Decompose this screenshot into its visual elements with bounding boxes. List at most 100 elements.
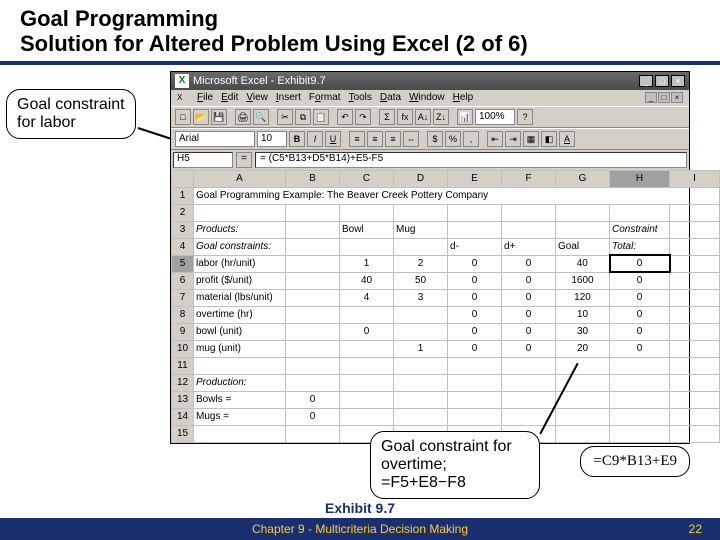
cell-H12[interactable] — [610, 374, 670, 391]
cell-B12[interactable] — [286, 374, 340, 391]
cell-H7[interactable]: 0 — [610, 289, 670, 306]
cell-F10[interactable]: 0 — [502, 340, 556, 357]
bold-icon[interactable]: B — [289, 131, 305, 147]
chart-icon[interactable]: 📊 — [457, 109, 473, 125]
cell-I13[interactable] — [670, 391, 720, 408]
row-2[interactable]: 2 — [172, 204, 720, 221]
cell-E6[interactable]: 0 — [448, 272, 502, 289]
cell-G10[interactable]: 20 — [556, 340, 610, 357]
cell-C10[interactable] — [340, 340, 394, 357]
cell-F13[interactable] — [502, 391, 556, 408]
sort-desc-icon[interactable]: Z↓ — [433, 109, 449, 125]
row-8[interactable]: 8 overtime (hr)00100 — [172, 306, 720, 323]
underline-icon[interactable]: U — [325, 131, 341, 147]
cell-B9[interactable] — [286, 323, 340, 340]
cell-C14[interactable] — [340, 408, 394, 425]
workbook-close-button[interactable]: × — [671, 92, 683, 103]
cell-I14[interactable] — [670, 408, 720, 425]
cell-D10[interactable]: 1 — [394, 340, 448, 357]
cell-H3[interactable]: Constraint — [610, 221, 670, 238]
row-13[interactable]: 13 Bowls =0 — [172, 391, 720, 408]
cell-D12[interactable] — [394, 374, 448, 391]
help-icon[interactable]: ? — [517, 109, 533, 125]
cell-A5[interactable]: labor (hr/unit) — [194, 255, 286, 272]
italic-icon[interactable]: I — [307, 131, 323, 147]
col-E[interactable]: E — [448, 170, 502, 187]
copy-icon[interactable]: ⧉ — [295, 109, 311, 125]
cell-C2[interactable] — [340, 204, 394, 221]
cell-C11[interactable] — [340, 357, 394, 374]
cell-D14[interactable] — [394, 408, 448, 425]
cell-D6[interactable]: 50 — [394, 272, 448, 289]
row-header-4[interactable]: 4 — [172, 238, 194, 255]
cell-G2[interactable] — [556, 204, 610, 221]
fill-color-icon[interactable]: ◧ — [541, 131, 557, 147]
cell-G8[interactable]: 10 — [556, 306, 610, 323]
menu-help[interactable]: Help — [453, 92, 474, 103]
preview-icon[interactable]: 🔍 — [253, 109, 269, 125]
row-6[interactable]: 6 profit ($/unit)40500016000 — [172, 272, 720, 289]
menu-data[interactable]: Data — [380, 92, 401, 103]
zoom-select[interactable]: 100% — [475, 109, 515, 125]
cell-I5[interactable] — [670, 255, 720, 272]
indent-dec-icon[interactable]: ⇤ — [487, 131, 503, 147]
cell-H6[interactable]: 0 — [610, 272, 670, 289]
cell-C9[interactable]: 0 — [340, 323, 394, 340]
cell-C12[interactable] — [340, 374, 394, 391]
cell-A4[interactable]: Goal constraints: — [194, 238, 286, 255]
sort-asc-icon[interactable]: A↓ — [415, 109, 431, 125]
row-1[interactable]: 1Goal Programming Example: The Beaver Cr… — [172, 187, 720, 204]
cell-F12[interactable] — [502, 374, 556, 391]
cell-I2[interactable] — [670, 204, 720, 221]
cell-A14[interactable]: Mugs = — [194, 408, 286, 425]
cell-E13[interactable] — [448, 391, 502, 408]
row-3[interactable]: 3Products:BowlMugConstraint — [172, 221, 720, 238]
borders-icon[interactable]: ▦ — [523, 131, 539, 147]
cell-A7[interactable]: material (lbs/unit) — [194, 289, 286, 306]
cell-H14[interactable] — [610, 408, 670, 425]
cell-D9[interactable] — [394, 323, 448, 340]
workbook-icon[interactable]: X — [177, 92, 189, 104]
formula-input[interactable]: = (C5*B13+D5*B14)+E5-F5 — [255, 152, 687, 168]
cell-C8[interactable] — [340, 306, 394, 323]
cell-H2[interactable] — [610, 204, 670, 221]
cell-H9[interactable]: 0 — [610, 323, 670, 340]
cell-E14[interactable] — [448, 408, 502, 425]
row-7[interactable]: 7 material (lbs/unit)43001200 — [172, 289, 720, 306]
cell-C6[interactable]: 40 — [340, 272, 394, 289]
row-header-15[interactable]: 15 — [172, 425, 194, 442]
row-header-1[interactable]: 1 — [172, 187, 194, 204]
cell-G5[interactable]: 40 — [556, 255, 610, 272]
cell-C13[interactable] — [340, 391, 394, 408]
cell-I15[interactable] — [670, 425, 720, 442]
cell-A6[interactable]: profit ($/unit) — [194, 272, 286, 289]
cell-G15[interactable] — [556, 425, 610, 442]
cell-E12[interactable] — [448, 374, 502, 391]
cell-F7[interactable]: 0 — [502, 289, 556, 306]
cell-B15[interactable] — [286, 425, 340, 442]
cell-C5[interactable]: 1 — [340, 255, 394, 272]
cell-E10[interactable]: 0 — [448, 340, 502, 357]
cell-G11[interactable] — [556, 357, 610, 374]
cell-B2[interactable] — [286, 204, 340, 221]
cell-E9[interactable]: 0 — [448, 323, 502, 340]
minimize-button[interactable]: _ — [639, 75, 653, 87]
align-right-icon[interactable]: ≡ — [385, 131, 401, 147]
align-left-icon[interactable]: ≡ — [349, 131, 365, 147]
cell-E2[interactable] — [448, 204, 502, 221]
row-header-2[interactable]: 2 — [172, 204, 194, 221]
cell-E5[interactable]: 0 — [448, 255, 502, 272]
row-9[interactable]: 9 bowl (unit)000300 — [172, 323, 720, 340]
row-header-7[interactable]: 7 — [172, 289, 194, 306]
cell-F2[interactable] — [502, 204, 556, 221]
row-10[interactable]: 10 mug (unit)100200 — [172, 340, 720, 357]
function-icon[interactable]: fx — [397, 109, 413, 125]
cell-G4[interactable]: Goal — [556, 238, 610, 255]
row-header-13[interactable]: 13 — [172, 391, 194, 408]
cell-I8[interactable] — [670, 306, 720, 323]
font-name-select[interactable]: Arial — [175, 131, 255, 147]
cell-D5[interactable]: 2 — [394, 255, 448, 272]
cell-D3[interactable]: Mug — [394, 221, 448, 238]
row-14[interactable]: 14 Mugs =0 — [172, 408, 720, 425]
cell-G3[interactable] — [556, 221, 610, 238]
